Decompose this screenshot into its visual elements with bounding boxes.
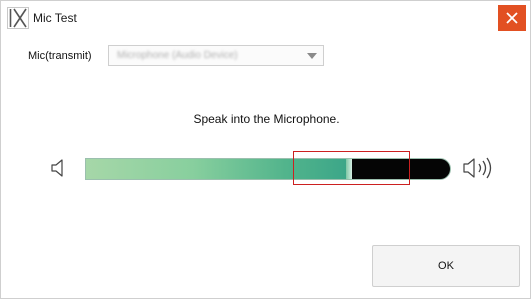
speaker-high-icon	[463, 157, 492, 179]
chevron-down-icon	[307, 53, 317, 59]
mic-select-value: Microphone (Audio Device)	[117, 50, 238, 61]
title-bar[interactable]: Mic Test	[1, 1, 530, 35]
instruction-text: Speak into the Microphone.	[193, 112, 340, 126]
mic-transmit-select[interactable]: Microphone (Audio Device)	[108, 45, 324, 66]
mic-transmit-label: Mic(transmit)	[28, 50, 92, 62]
ix-logo-icon	[7, 7, 29, 29]
level-highlight-box	[293, 151, 410, 185]
window-title: Mic Test	[33, 11, 77, 25]
mic-test-dialog: Mic Test Mic(transmit) Microphone (Audio…	[0, 0, 531, 299]
speaker-low-icon	[51, 159, 63, 177]
ok-button[interactable]: OK	[372, 245, 520, 287]
close-button[interactable]	[498, 5, 526, 31]
close-icon	[506, 12, 518, 24]
